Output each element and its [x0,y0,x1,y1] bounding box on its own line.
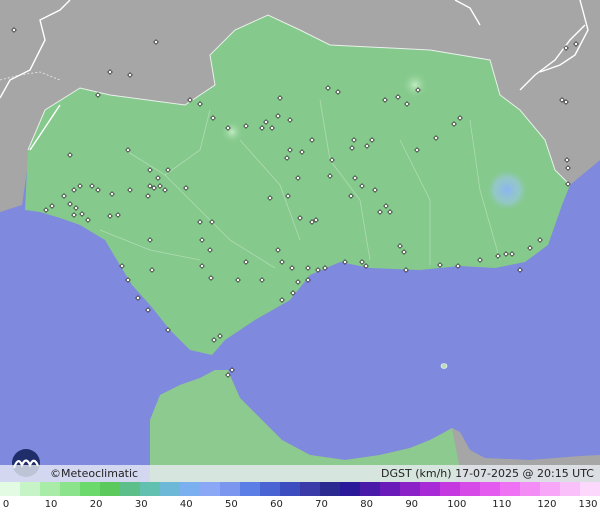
legend-swatch [580,482,600,496]
legend-swatch [440,482,460,496]
legend-swatch [480,482,500,496]
legend-tick-label: 0 [2,499,10,510]
legend-tick-label: 90 [405,499,419,510]
legend-swatch [60,482,80,496]
legend-color-bar [0,482,600,496]
gust-hotspot [485,168,529,212]
legend-swatch [300,482,320,496]
legend-swatch [320,482,340,496]
legend-swatch [420,482,440,496]
legend-swatch [140,482,160,496]
brand-label: ©Meteoclimatic [50,467,139,480]
legend-tick-label: 30 [134,499,148,510]
color-legend: 0 10 20 30 40 50 60 70 80 90 100 110 120 130 [0,482,600,517]
legend-tick-label: 70 [315,499,328,510]
legend-swatch [180,482,200,496]
legend-swatch [40,482,60,496]
legend-swatch [120,482,140,496]
legend-tick-label: 20 [89,499,103,510]
legend-tick-label: 110 [492,499,512,510]
legend-swatch [400,482,420,496]
legend-swatch [360,482,380,496]
legend-swatch [280,482,300,496]
legend-swatch [340,482,360,496]
gust-pale-spot [401,71,429,99]
legend-tick-label: 50 [225,499,238,510]
legend-swatch [80,482,100,496]
legend-ticks: 0 10 20 30 40 50 60 70 80 90 100 110 120 130 [0,497,600,515]
map-view[interactable]: ©Meteoclimatic DGST (km/h) 17-07-2025 @ … [0,0,600,517]
legend-swatch [100,482,120,496]
legend-tick-label: 10 [44,499,58,510]
legend-tick-label: 120 [537,499,557,510]
legend-swatch [220,482,240,496]
legend-swatch [20,482,40,496]
legend-swatch [260,482,280,496]
alboran-island [440,363,448,369]
product-label: DGST (km/h) 17-07-2025 @ 20:15 UTC [381,467,594,480]
legend-swatch [520,482,540,496]
gust-map[interactable] [0,0,600,517]
legend-swatch [460,482,480,496]
legend-swatch [160,482,180,496]
info-bar: ©Meteoclimatic DGST (km/h) 17-07-2025 @ … [0,465,600,482]
legend-tick-label: 60 [270,499,283,510]
legend-swatch [240,482,260,496]
legend-swatch [540,482,560,496]
legend-swatch [380,482,400,496]
legend-tick-label: 80 [360,499,373,510]
legend-swatch [0,482,20,496]
legend-swatch [200,482,220,496]
legend-tick-label: 130 [578,499,598,510]
legend-swatch [500,482,520,496]
legend-swatch [560,482,580,496]
legend-tick-label: 100 [447,499,467,510]
legend-tick-label: 40 [179,499,193,510]
